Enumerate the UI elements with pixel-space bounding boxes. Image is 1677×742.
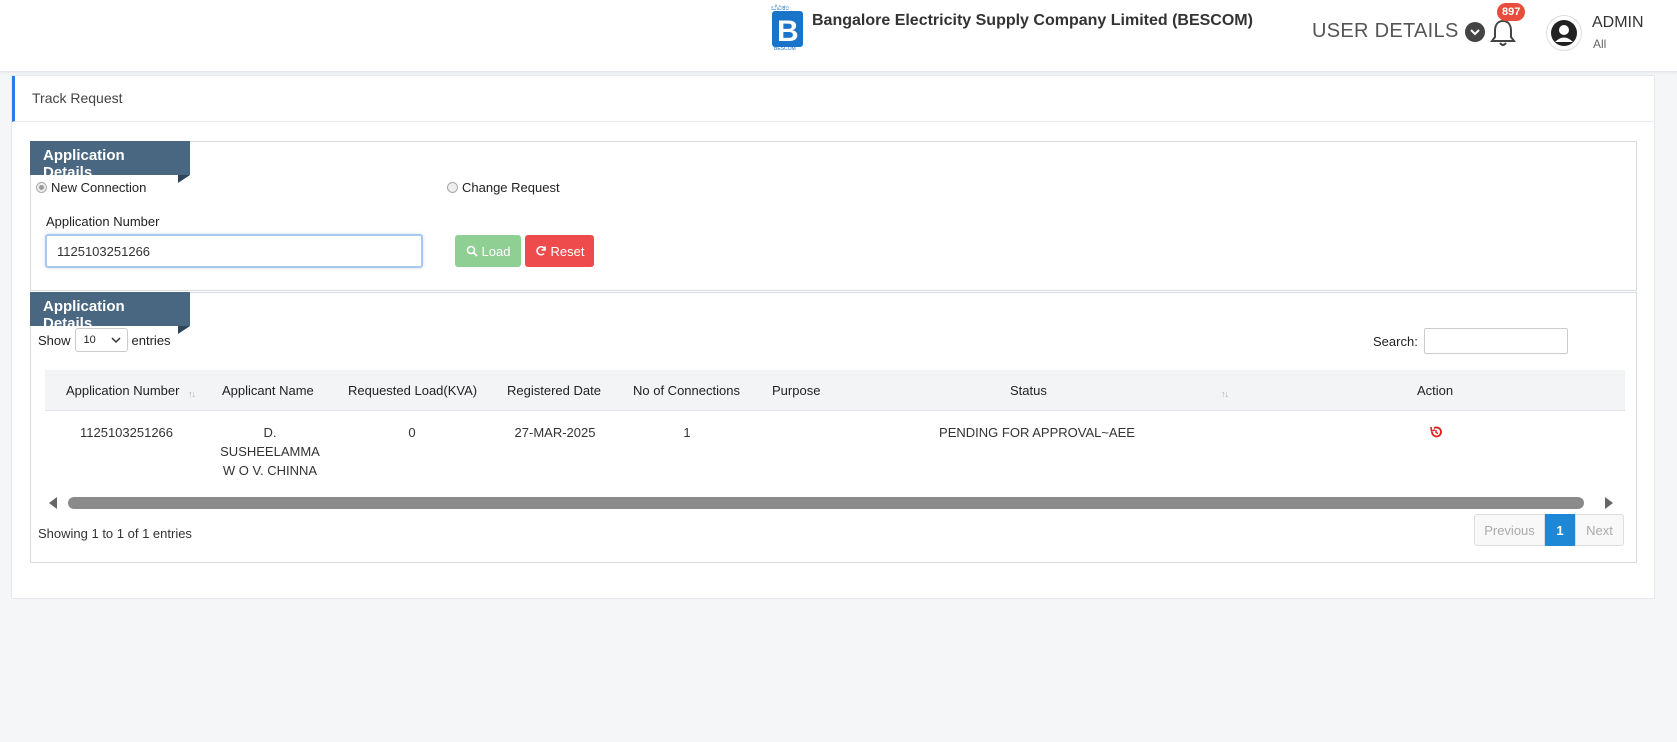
table-horizontal-scrollbar[interactable] (45, 494, 1625, 512)
column-purpose[interactable]: Purpose (772, 383, 820, 398)
pagination-page[interactable]: 1 (1545, 514, 1575, 546)
table-header: Application Number ↑↓ Applicant Name Req… (45, 370, 1625, 411)
user-avatar-icon[interactable] (1546, 15, 1582, 51)
pagination-previous[interactable]: Previous (1474, 514, 1545, 546)
cell-status: PENDING FOR APPROVAL~AEE (939, 425, 1135, 440)
reset-button-label: Reset (550, 243, 585, 259)
sort-icon[interactable]: ↑↓ (1221, 389, 1229, 399)
application-number-input[interactable] (45, 234, 423, 268)
applicant-name-line: W O V. CHINNA (222, 463, 318, 478)
entries-select-value: 10 (83, 334, 96, 346)
search-panel: Application Details New Connection Chang… (30, 141, 1637, 291)
applicant-name-line: D. (263, 425, 277, 440)
show-label: Show (38, 332, 71, 348)
cell-application-number: 1125103251266 (79, 425, 174, 440)
table-search-input[interactable] (1423, 328, 1568, 354)
company-name: Bangalore Electricity Supply Company Lim… (812, 12, 1253, 29)
track-request-card: Track Request Application Details New Co… (11, 75, 1655, 599)
entries-label: entries (131, 332, 171, 348)
column-application-number[interactable]: Application Number (66, 383, 179, 398)
column-status[interactable]: Status (1010, 383, 1047, 398)
entries-select[interactable]: 10 (74, 328, 128, 352)
top-header: B ಬೆವಿಕಂ BESCOM Bangalore Electricity Su… (0, 0, 1677, 72)
show-entries-control: Show 10 entries (38, 328, 171, 352)
user-details-label: USER DETAILS (1312, 20, 1459, 42)
bescom-logo-icon: B ಬೆವಿಕಂ BESCOM (771, 3, 803, 51)
application-number-label: Application Number (46, 214, 160, 229)
pagination-next[interactable]: Next (1575, 514, 1624, 546)
cell-requested-load: 0 (408, 425, 416, 440)
refresh-icon (535, 246, 546, 256)
svg-text:BESCOM: BESCOM (774, 46, 796, 51)
scroll-left-icon[interactable] (49, 497, 57, 509)
radio-change-request[interactable]: Change Request (447, 180, 560, 195)
history-icon[interactable] (1429, 425, 1443, 439)
scrollbar-thumb[interactable] (68, 497, 1584, 509)
search-label: Search: (1373, 333, 1418, 349)
load-button[interactable]: Load (455, 235, 521, 267)
table-info: Showing 1 to 1 of 1 entries (38, 526, 192, 541)
column-applicant-name[interactable]: Applicant Name (222, 383, 314, 398)
cell-no-of-connections: 1 (683, 425, 691, 440)
pagination: Previous 1 Next (1474, 514, 1624, 546)
bell-icon[interactable] (1490, 18, 1516, 48)
svg-text:ಬೆವಿಕಂ: ಬೆವಿಕಂ (771, 3, 790, 12)
user-name: ADMIN (1592, 14, 1644, 31)
column-registered-date[interactable]: Registered Date (507, 383, 601, 398)
page-title: Track Request (32, 90, 123, 106)
column-action[interactable]: Action (1417, 383, 1453, 398)
radio-new-connection[interactable]: New Connection (36, 180, 146, 195)
applicant-name-line: SUSHEELAMMA (220, 444, 320, 459)
reset-button[interactable]: Reset (525, 235, 594, 267)
svg-text:B: B (777, 15, 799, 48)
notification-badge: 897 (1497, 3, 1526, 21)
card-header: Track Request (12, 76, 1654, 122)
column-no-of-connections[interactable]: No of Connections (633, 383, 740, 398)
search-icon (466, 245, 478, 257)
scroll-right-icon[interactable] (1605, 497, 1613, 509)
cell-applicant-name: D. SUSHEELAMMA W O V. CHINNA (210, 423, 330, 480)
column-requested-load[interactable]: Requested Load(KVA) (348, 383, 477, 398)
sort-icon[interactable]: ↑↓ (188, 389, 196, 399)
search-panel-heading: Application Details (30, 141, 190, 183)
user-role: All (1593, 37, 1607, 51)
radio-new-connection-label: New Connection (51, 180, 147, 195)
results-panel-heading: Application Details (30, 292, 190, 334)
user-details-menu[interactable]: USER DETAILS (1312, 20, 1485, 43)
radio-change-request-label: Change Request (462, 180, 560, 195)
table-search: Search: (1373, 328, 1568, 354)
cell-registered-date: 27-MAR-2025 (514, 425, 596, 440)
chevron-down-icon (111, 337, 121, 344)
radio-button[interactable] (447, 182, 458, 193)
radio-button[interactable] (36, 182, 47, 193)
chevron-down-icon (1464, 21, 1485, 42)
load-button-label: Load (481, 243, 511, 259)
